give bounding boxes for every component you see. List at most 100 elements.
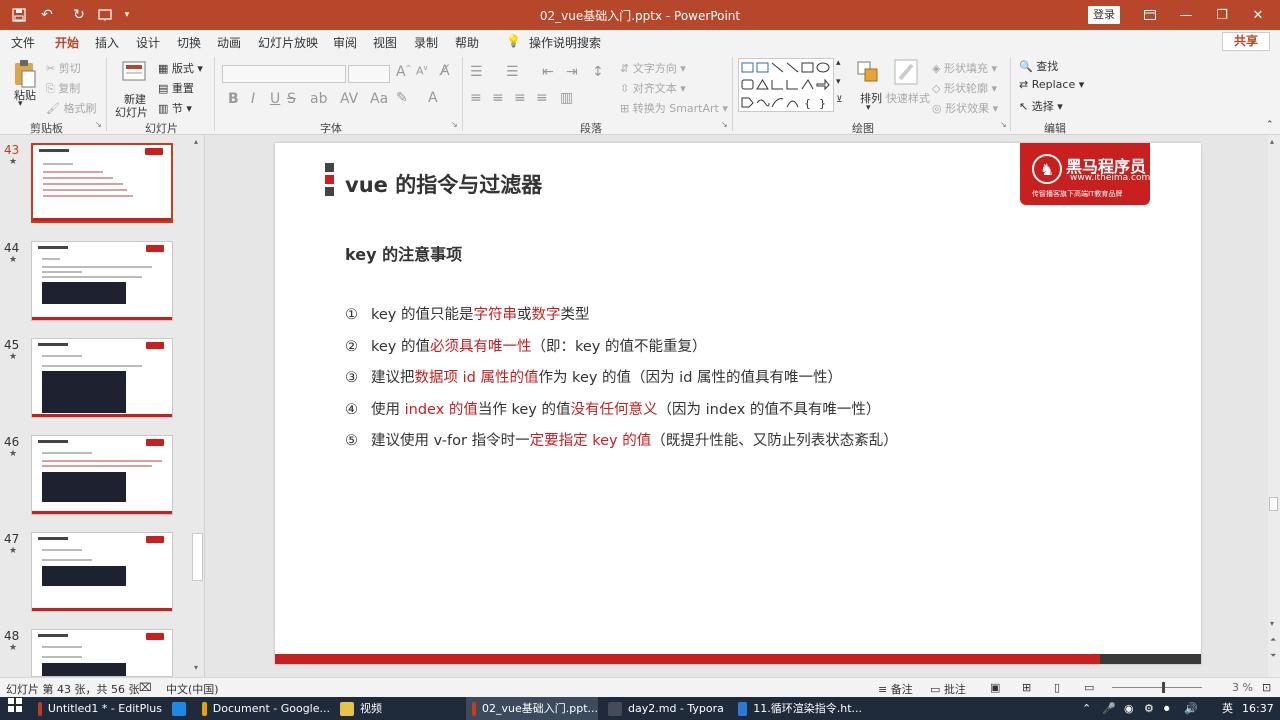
copy-button[interactable]: ⎘ 复制 [46, 80, 80, 96]
scrollbar-thumb[interactable] [192, 533, 203, 581]
text-shadow-icon[interactable]: ab [310, 91, 327, 107]
bullet-item[interactable]: ④ 使用 index 的值当作 key 的值没有任何意义（因为 index 的值不… [345, 398, 898, 430]
font-color-icon[interactable]: A [428, 90, 438, 106]
language-indicator[interactable]: 中文(中国) [166, 681, 219, 697]
highlight-icon[interactable]: ✎ [396, 90, 408, 106]
scroll-up-icon[interactable]: ▴ [1270, 137, 1274, 146]
record-icon[interactable]: ⏺ [1164, 697, 1170, 720]
arrange-dropdown-icon[interactable]: ▾ [866, 103, 871, 113]
arrange-button[interactable]: 排列 [860, 90, 882, 106]
bullet-item[interactable]: ② key 的值必须具有唯一性（即：key 的值不能重复） [345, 335, 898, 367]
volume-icon[interactable]: 🔊 [1184, 697, 1198, 720]
taskbar-app[interactable]: Document - Google... [196, 697, 330, 720]
comments-button[interactable]: ▭ 批注 [930, 681, 966, 697]
grow-font-icon[interactable]: A^ [396, 64, 411, 80]
slideshow-icon[interactable]: ▭ [1084, 681, 1094, 694]
normal-view-icon[interactable]: ▣ [990, 681, 1000, 694]
bullet-item[interactable]: ③ 建议把数据项 id 属性的值作为 key 的值（因为 id 属性的值具有唯一性… [345, 366, 898, 398]
bold-button[interactable]: B [228, 91, 239, 107]
tab-animations[interactable]: 动画 [217, 34, 241, 51]
slide-thumbnail[interactable] [31, 435, 173, 515]
align-text-button[interactable]: ⇳ 对齐文本 ▾ [620, 80, 686, 96]
font-size-field[interactable] [348, 65, 390, 83]
restore-icon[interactable]: ❐ [1204, 0, 1240, 30]
redo-icon[interactable]: ↻ [68, 5, 90, 25]
taskbar-app[interactable]: Untitled1 * - EditPlus [32, 697, 162, 720]
bullet-item[interactable]: ⑤ 建议使用 v-for 指令时一定要指定 key 的值（既提升性能、又防止列表状… [345, 429, 898, 461]
notes-button[interactable]: ≡ 备注 [878, 681, 913, 697]
taskbar-app[interactable]: day2.md - Typora [602, 697, 728, 720]
next-slide-icon[interactable]: ⏷ [1270, 651, 1276, 661]
replace-button[interactable]: ⇄ Replace ▾ [1019, 78, 1084, 91]
italic-button[interactable]: I [251, 91, 255, 107]
reading-view-icon[interactable]: ▯ [1054, 681, 1060, 694]
tab-record[interactable]: 录制 [414, 34, 438, 51]
slide-thumbnail[interactable] [31, 629, 173, 677]
taskbar-app[interactable]: 视频 [334, 697, 460, 720]
increase-indent-icon[interactable]: ⇥ [566, 64, 578, 80]
align-left-icon[interactable]: ≡ [470, 90, 482, 106]
text-direction-button[interactable]: ⇵ 文字方向 ▾ [620, 60, 686, 76]
thumbnail-scrollbar[interactable]: ▴ ▾ [191, 135, 204, 677]
slide-thumbnail[interactable] [31, 241, 173, 321]
reset-button[interactable]: ▤ 重置 [158, 80, 194, 96]
columns-icon[interactable]: ▥ [560, 90, 573, 106]
shape-effects-button[interactable]: ◎ 形状效果 ▾ [932, 100, 998, 116]
tab-slideshow[interactable]: 幻灯片放映 [258, 34, 318, 51]
shrink-font-icon[interactable]: Av [416, 64, 428, 78]
numbering-icon[interactable]: ☰ [506, 64, 519, 80]
tab-review[interactable]: 审阅 [333, 34, 357, 51]
smartart-button[interactable]: ⊞ 转换为 SmartArt ▾ [620, 100, 728, 116]
drawing-launcher-icon[interactable]: ↘ [1000, 120, 1007, 129]
scroll-down-icon[interactable]: ▾ [1270, 619, 1274, 628]
scroll-up-icon[interactable]: ▴ [194, 137, 198, 146]
slide-canvas[interactable]: vue 的指令与过滤器 ♞ 黑马程序员 www.itheima.com 传智播客… [275, 143, 1201, 664]
arrange-icon[interactable] [856, 60, 880, 86]
share-button[interactable]: 共享 [1222, 32, 1270, 51]
tab-insert[interactable]: 插入 [95, 34, 119, 51]
previous-slide-icon[interactable]: ⏶ [1270, 635, 1276, 645]
find-button[interactable]: 🔍 查找 [1019, 58, 1058, 74]
gallery-scroll-down-icon[interactable]: ▾ [836, 77, 841, 87]
shape-outline-button[interactable]: ◇ 形状轮廓 ▾ [932, 80, 997, 96]
save-icon[interactable] [8, 5, 30, 25]
login-button[interactable]: 登录 [1088, 6, 1120, 24]
align-center-icon[interactable]: ≡ [492, 90, 504, 106]
layout-button[interactable]: ▦ 版式 ▾ [158, 60, 203, 76]
tab-design[interactable]: 设计 [136, 34, 160, 51]
ribbon-display-icon[interactable] [1132, 0, 1168, 30]
tell-me-search[interactable]: 操作说明搜索 [529, 34, 601, 51]
paste-dropdown-icon[interactable]: ▾ [18, 99, 23, 109]
paragraph-launcher-icon[interactable]: ↘ [721, 120, 728, 129]
shape-fill-button[interactable]: ◈ 形状填充 ▾ [932, 60, 997, 76]
zoom-level[interactable]: 3 % [1232, 681, 1253, 694]
undo-icon[interactable]: ↶ [36, 5, 58, 25]
scrollbar-thumb[interactable] [1269, 497, 1278, 511]
slide-count[interactable]: 幻灯片 第 43 张，共 56 张 [6, 681, 139, 697]
fit-to-window-icon[interactable]: ⊡ [1262, 681, 1271, 694]
collapse-ribbon-icon[interactable]: ⌃ [1266, 120, 1274, 130]
char-spacing-icon[interactable]: AV [340, 91, 358, 107]
clipboard-launcher-icon[interactable]: ↘ [95, 120, 102, 129]
new-slide-icon[interactable] [121, 59, 147, 85]
taskbar-app[interactable]: 02_vue基础入门.ppt... [466, 697, 598, 720]
slide-sorter-icon[interactable]: ⊞ [1022, 681, 1031, 694]
tray-chevron-icon[interactable]: ⌃ [1082, 697, 1091, 720]
paste-icon[interactable] [12, 59, 40, 89]
underline-button[interactable]: U [270, 91, 280, 107]
tab-help[interactable]: 帮助 [455, 34, 479, 51]
minimize-icon[interactable]: — [1168, 0, 1204, 30]
quick-styles-button[interactable]: 快速样式 [886, 90, 930, 106]
select-button[interactable]: ↖ 选择 ▾ [1019, 98, 1063, 114]
ime-indicator[interactable]: 英 [1222, 697, 1233, 720]
new-slide-label-2[interactable]: 幻灯片 [115, 104, 148, 120]
change-case-icon[interactable]: Aa [370, 91, 388, 107]
accessibility-icon[interactable]: ⌧ [139, 681, 152, 694]
decrease-indent-icon[interactable]: ⇤ [542, 64, 554, 80]
start-button[interactable] [0, 697, 30, 720]
slide-subtitle[interactable]: key 的注意事项 [345, 241, 462, 265]
slide-thumbnail[interactable] [31, 143, 173, 223]
gallery-scroll-up-icon[interactable]: ▴ [836, 58, 841, 68]
tab-home[interactable]: 开始 [52, 34, 82, 55]
zoom-slider[interactable] [1112, 687, 1202, 688]
